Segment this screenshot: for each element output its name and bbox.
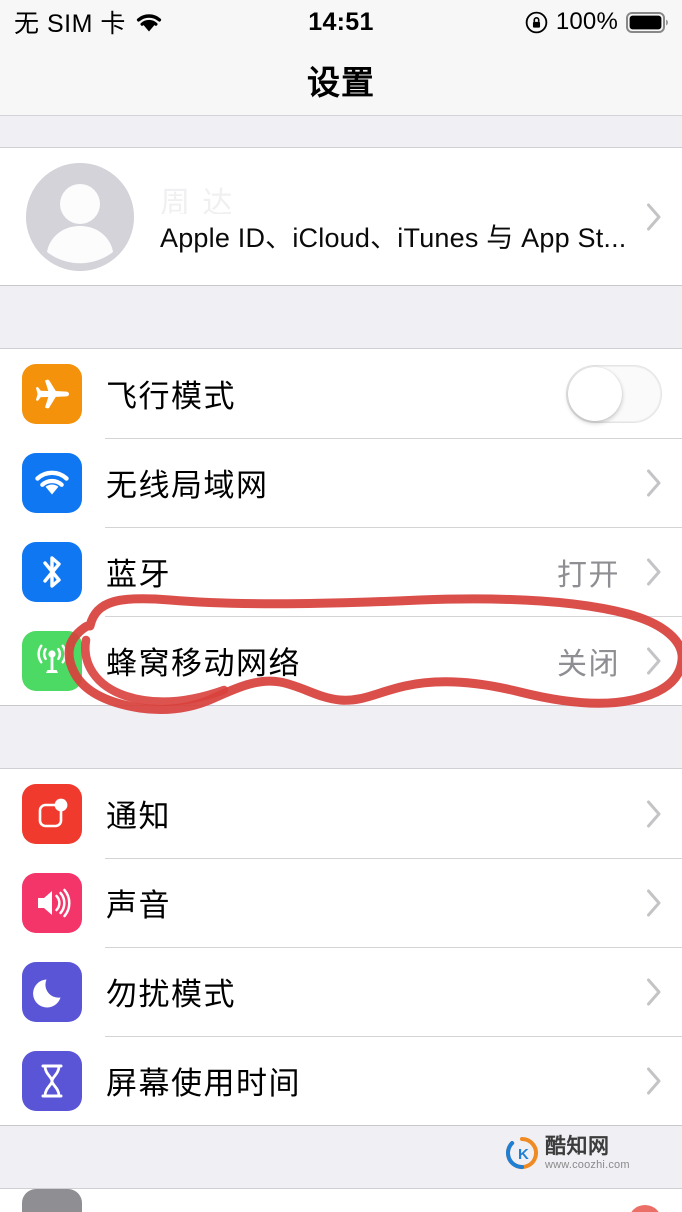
settings-row-value: 打开 (557, 558, 620, 592)
partial-accessory-icon (628, 1205, 662, 1212)
notifications-icon (22, 783, 82, 844)
settings-row-screen-time[interactable]: 屏幕使用时间 (0, 1036, 682, 1125)
chevron-right-icon (646, 978, 662, 1006)
apple-id-group: 周 达 Apple ID、iCloud、iTunes 与 App St... (0, 147, 682, 286)
settings-row-notifications[interactable]: 通知 (0, 769, 682, 858)
settings-row-value: 关闭 (557, 647, 620, 681)
apple-id-subtitle: Apple ID、iCloud、iTunes 与 App St... (160, 223, 627, 253)
battery-percent-label: 100% (555, 8, 618, 35)
page-title: 设置 (307, 63, 375, 101)
status-bar-right: 100% (525, 0, 670, 44)
navigation-bar: 设置 (0, 44, 682, 116)
settings-row-label: 飞行模式 (106, 379, 236, 414)
section-gap-1 (0, 286, 682, 348)
settings-row-label: 蜂窝移动网络 (106, 646, 301, 681)
airplane-mode-toggle[interactable] (566, 364, 662, 423)
settings-row-label: 屏幕使用时间 (106, 1066, 301, 1101)
list-top-gap (0, 117, 682, 147)
settings-row-label: 勿扰模式 (106, 977, 236, 1012)
default-avatar-icon (26, 162, 134, 271)
watermark-text: 酷知网 www.coozhi.com (545, 1136, 630, 1171)
sounds-icon (22, 872, 82, 933)
settings-row-cellular[interactable]: 蜂窝移动网络 关闭 (0, 616, 682, 705)
toggle-knob (568, 366, 622, 421)
cellular-icon (22, 630, 82, 691)
settings-row-bluetooth[interactable]: 蓝牙 打开 (0, 527, 682, 616)
apple-id-name: 周 达 (160, 187, 235, 214)
settings-row-label: 通知 (106, 799, 171, 834)
general-gear-icon (22, 1189, 82, 1212)
settings-row-partial[interactable] (0, 1189, 682, 1212)
settings-row-airplane-mode[interactable]: 飞行模式 (0, 349, 682, 438)
coozhi-logo-icon: K (505, 1136, 539, 1170)
settings-row-wifi[interactable]: 无线局域网 (0, 438, 682, 527)
connectivity-group: 飞行模式 无线局域网 蓝牙 打开 蜂窝移动网络 关闭 (0, 348, 682, 706)
next-group-partial (0, 1188, 682, 1212)
chevron-right-icon (646, 558, 662, 586)
settings-row-do-not-disturb[interactable]: 勿扰模式 (0, 947, 682, 1036)
do-not-disturb-moon-icon (22, 961, 82, 1022)
airplane-icon (22, 363, 82, 424)
chevron-right-icon (646, 203, 662, 231)
watermark: K 酷知网 www.coozhi.com (505, 1130, 653, 1176)
chevron-right-icon (646, 647, 662, 675)
settings-row-label: 无线局域网 (106, 468, 269, 503)
apple-id-row[interactable]: 周 达 Apple ID、iCloud、iTunes 与 App St... (0, 148, 682, 285)
notifications-group: 通知 声音 勿扰模式 屏幕使用时间 (0, 768, 682, 1126)
apple-id-text-block: 周 达 Apple ID、iCloud、iTunes 与 App St... (160, 178, 636, 255)
watermark-title: 酷知网 (545, 1134, 610, 1158)
settings-row-label: 蓝牙 (106, 557, 171, 592)
settings-row-sounds[interactable]: 声音 (0, 858, 682, 947)
battery-full-icon (626, 11, 670, 34)
status-bar: 无 SIM 卡 14:51 100% (0, 0, 682, 44)
wifi-icon (22, 452, 82, 513)
settings-list[interactable]: 周 达 Apple ID、iCloud、iTunes 与 App St... 飞… (0, 117, 682, 1212)
clock-label: 14:51 (308, 7, 374, 36)
section-gap-2 (0, 706, 682, 768)
chevron-right-icon (646, 469, 662, 497)
svg-text:K: K (518, 1146, 529, 1163)
chevron-right-icon (646, 889, 662, 917)
rotation-lock-icon (525, 11, 548, 34)
screen-time-hourglass-icon (22, 1050, 82, 1111)
bluetooth-icon (22, 541, 82, 602)
chevron-right-icon (646, 1067, 662, 1095)
watermark-url: www.coozhi.com (545, 1158, 630, 1171)
iphone-settings-screen: 无 SIM 卡 14:51 100% 设置 周 达 Apple ID、iClou… (0, 0, 682, 1212)
chevron-right-icon (646, 800, 662, 828)
settings-row-label: 声音 (106, 888, 171, 923)
